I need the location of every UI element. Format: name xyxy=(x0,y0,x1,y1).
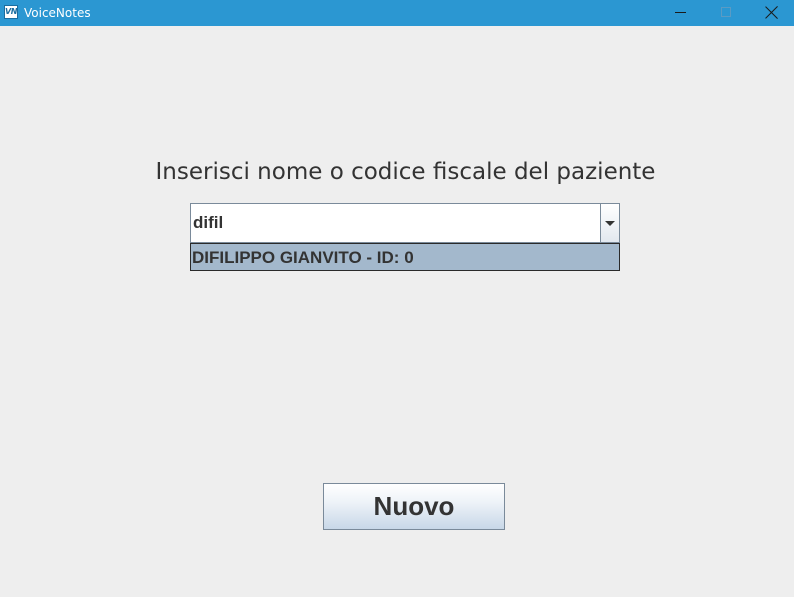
suggestion-item[interactable]: DIFILIPPO GIANVITO - ID: 0 xyxy=(192,248,414,268)
maximize-button[interactable] xyxy=(703,0,749,26)
chevron-down-icon xyxy=(605,221,615,226)
new-patient-button[interactable]: Nuovo xyxy=(323,483,505,530)
search-prompt-label: Inserisci nome o codice fiscale del pazi… xyxy=(155,159,656,185)
app-logo-icon: VN xyxy=(4,5,18,19)
suggestion-list: DIFILIPPO GIANVITO - ID: 0 xyxy=(190,243,620,271)
patient-search-combobox[interactable] xyxy=(190,203,620,243)
close-icon xyxy=(765,6,778,19)
dropdown-toggle-button[interactable] xyxy=(600,204,619,242)
minimize-icon xyxy=(675,12,686,13)
minimize-button[interactable] xyxy=(657,0,703,26)
title-bar[interactable]: VN VoiceNotes xyxy=(0,0,794,26)
app-window: VN VoiceNotes Inserisci nome o codice fi… xyxy=(0,0,794,597)
maximize-icon xyxy=(721,7,731,17)
window-title: VoiceNotes xyxy=(24,6,91,20)
patient-search-input[interactable] xyxy=(191,204,599,242)
close-button[interactable] xyxy=(748,0,794,26)
